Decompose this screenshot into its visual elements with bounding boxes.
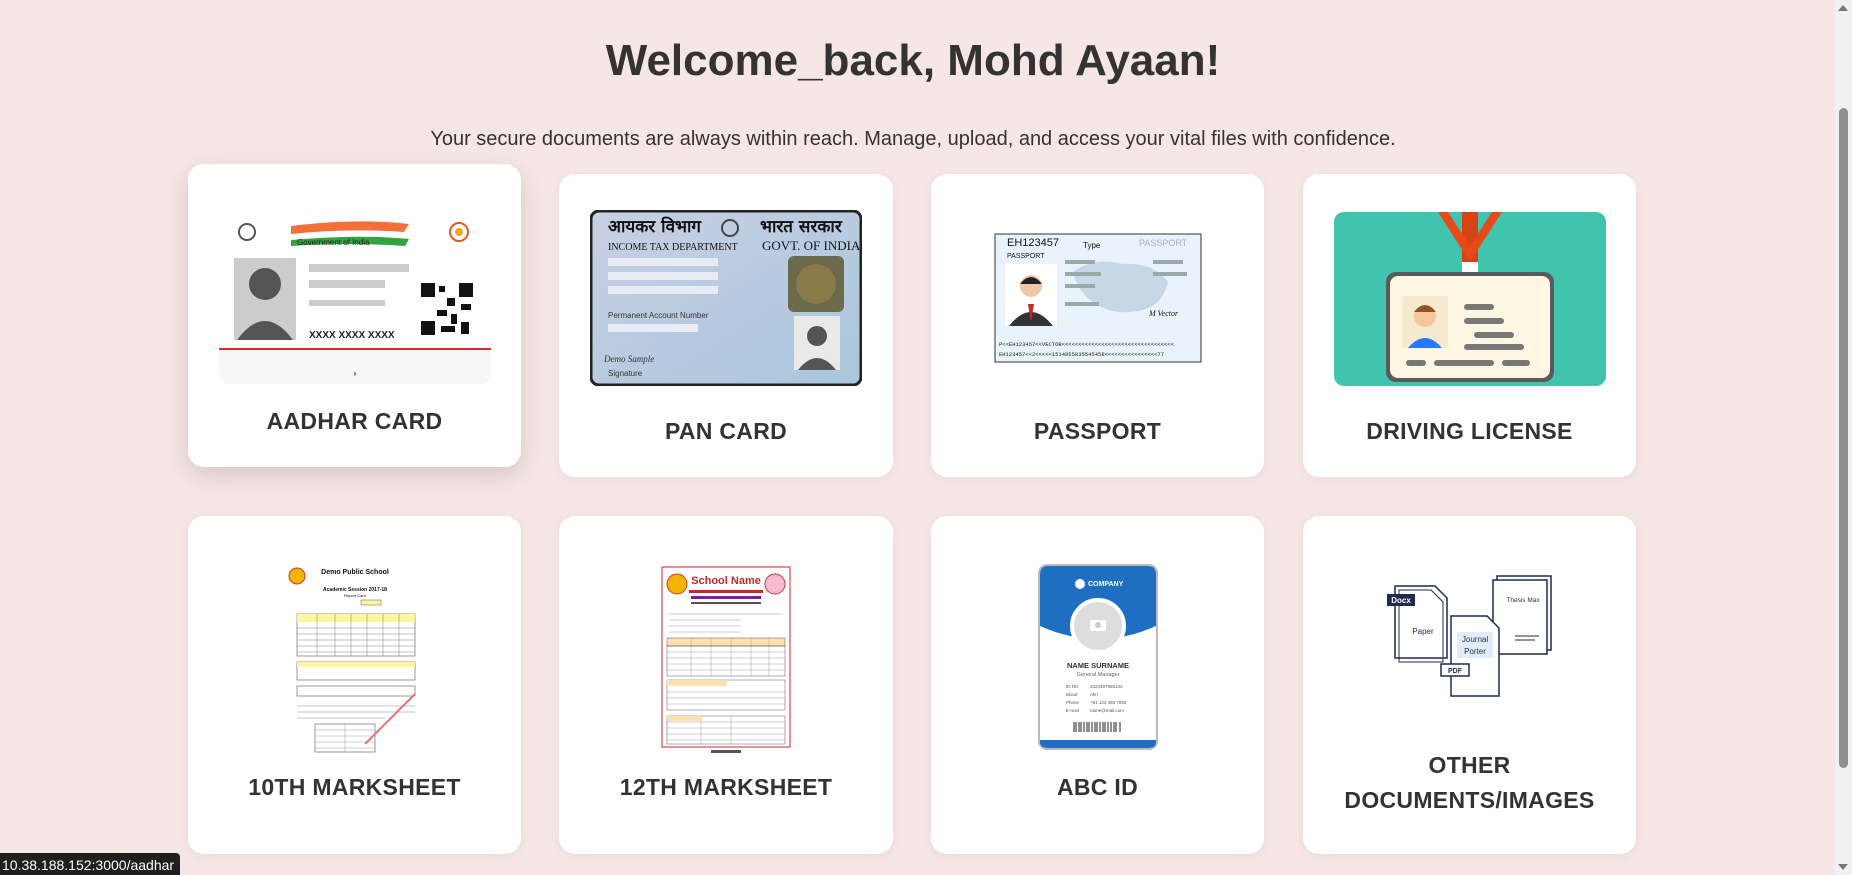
card-label: ABC ID	[1056, 774, 1139, 800]
card-label: PAN CARD	[664, 418, 788, 444]
page-subtitle: Your secure documents are always within …	[430, 128, 1396, 150]
svg-text:XXXX XXXX XXXX: XXXX XXXX XXXX	[309, 330, 395, 341]
card-label: 12TH MARKSHEET	[619, 774, 833, 800]
svg-text:भारत सरकार: भारत सरकार	[760, 217, 843, 237]
svg-text:Docx: Docx	[1391, 596, 1411, 605]
svg-text:EH123457: EH123457	[1007, 237, 1059, 249]
svg-text:General Manager: General Manager	[1076, 672, 1119, 678]
passport-tile[interactable]: EH123457 PASSPORT Type PASSPORT M Vector…	[931, 174, 1264, 477]
svg-text:School Name: School Name	[691, 575, 761, 587]
svg-text:Type: Type	[1083, 241, 1101, 250]
svg-text:COMPANY: COMPANY	[1088, 581, 1124, 588]
svg-text:+91 123 456 7890: +91 123 456 7890	[1090, 700, 1127, 705]
svg-text:name@mail.com: name@mail.com	[1090, 708, 1124, 713]
svg-text:INCOME TAX DEPARTMENT: INCOME TAX DEPARTMENT	[608, 242, 738, 253]
svg-text:P<<EH123457<<VECTOR<<<<<<<<<<<: P<<EH123457<<VECTOR<<<<<<<<<<<<<<<<<<<<<…	[999, 341, 1174, 348]
marksheet-10th-image: Demo Public School Academic Session 2017…	[284, 564, 425, 754]
scroll-thumb[interactable]	[1839, 108, 1848, 768]
svg-text:PASSPORT: PASSPORT	[1139, 238, 1188, 248]
svg-text:आयकर विभाग: आयकर विभाग	[608, 216, 702, 237]
scroll-up-icon[interactable]	[1838, 5, 1848, 11]
marksheet-12th-tile[interactable]: School Name 12TH MARKSHEET	[559, 516, 893, 854]
svg-text:Signature: Signature	[608, 369, 643, 378]
card-label: DRIVING LICENSE	[1366, 418, 1573, 444]
card-label: PASSPORT	[1033, 418, 1162, 444]
marksheet-12th-image: School Name	[661, 566, 791, 754]
svg-text:ID NO: ID NO	[1066, 684, 1079, 689]
svg-text:Report Card: Report Card	[344, 593, 366, 598]
pan-card-image: आयकर विभाग भारत सरकार INCOME TAX DEPARTM…	[589, 209, 863, 387]
driving-license-image	[1333, 212, 1606, 386]
aadhar-card-tile[interactable]: Government of India XXXX XXXX XXXX , AAD…	[188, 164, 521, 467]
svg-text:Government of India: Government of India	[297, 238, 370, 247]
svg-text:GOVT. OF INDIA: GOVT. OF INDIA	[762, 238, 861, 253]
svg-text:,: ,	[353, 361, 357, 377]
svg-text:M Vector: M Vector	[1148, 309, 1179, 318]
svg-text:EH123457<<2<<<<<15148558355454: EH123457<<2<<<<<1514855835545458<<<<<<<<…	[999, 351, 1164, 358]
svg-text:Blood: Blood	[1066, 692, 1078, 697]
status-url-tooltip: 10.38.188.152:3000/aadhar	[0, 853, 181, 875]
pan-card-tile[interactable]: आयकर विभाग भारत सरकार INCOME TAX DEPARTM…	[559, 174, 893, 477]
svg-text:PDF: PDF	[1448, 668, 1463, 675]
svg-text:PASSPORT: PASSPORT	[1007, 253, 1045, 260]
svg-text:Journal: Journal	[1461, 635, 1487, 644]
page-title: Welcome_back, Mohd Ayaan!	[605, 36, 1221, 85]
svg-text:Paper: Paper	[1412, 627, 1434, 636]
driving-license-tile[interactable]: DRIVING LICENSE	[1303, 174, 1636, 477]
svg-text:NAME SURNAME: NAME SURNAME	[1066, 661, 1128, 670]
aadhar-card-image: Government of India XXXX XXXX XXXX ,	[218, 206, 491, 384]
svg-text:2324487965102: 2324487965102	[1090, 684, 1123, 689]
scroll-down-icon[interactable]	[1838, 864, 1848, 870]
svg-text:AB+: AB+	[1090, 692, 1099, 697]
svg-text:E-mail: E-mail	[1066, 708, 1079, 713]
svg-text:Thesis Max: Thesis Max	[1506, 597, 1540, 604]
svg-text:Demo Public School: Demo Public School	[321, 569, 389, 576]
card-label: 10TH MARKSHEET	[248, 774, 461, 800]
abc-id-tile[interactable]: COMPANY NAME SURNAME General Manager ID …	[931, 516, 1264, 854]
vertical-scrollbar[interactable]	[1835, 0, 1852, 875]
card-label: AADHAR CARD	[266, 408, 443, 434]
svg-text:Demo Sample: Demo Sample	[603, 354, 654, 364]
card-label: OTHER DOCUMENTS/IMAGES	[1344, 752, 1595, 813]
abc-id-image: COMPANY NAME SURNAME General Manager ID …	[1037, 564, 1158, 750]
other-documents-image: Docx Paper Thesis Max Journal Porter PDF	[1385, 572, 1555, 702]
passport-image: EH123457 PASSPORT Type PASSPORT M Vector…	[993, 212, 1203, 364]
svg-text:Porter: Porter	[1464, 647, 1486, 656]
svg-text:Permanent Account Number: Permanent Account Number	[608, 311, 709, 320]
other-documents-tile[interactable]: Docx Paper Thesis Max Journal Porter PDF…	[1303, 516, 1636, 854]
marksheet-10th-tile[interactable]: Demo Public School Academic Session 2017…	[188, 516, 521, 854]
svg-text:Phone: Phone	[1066, 700, 1080, 705]
